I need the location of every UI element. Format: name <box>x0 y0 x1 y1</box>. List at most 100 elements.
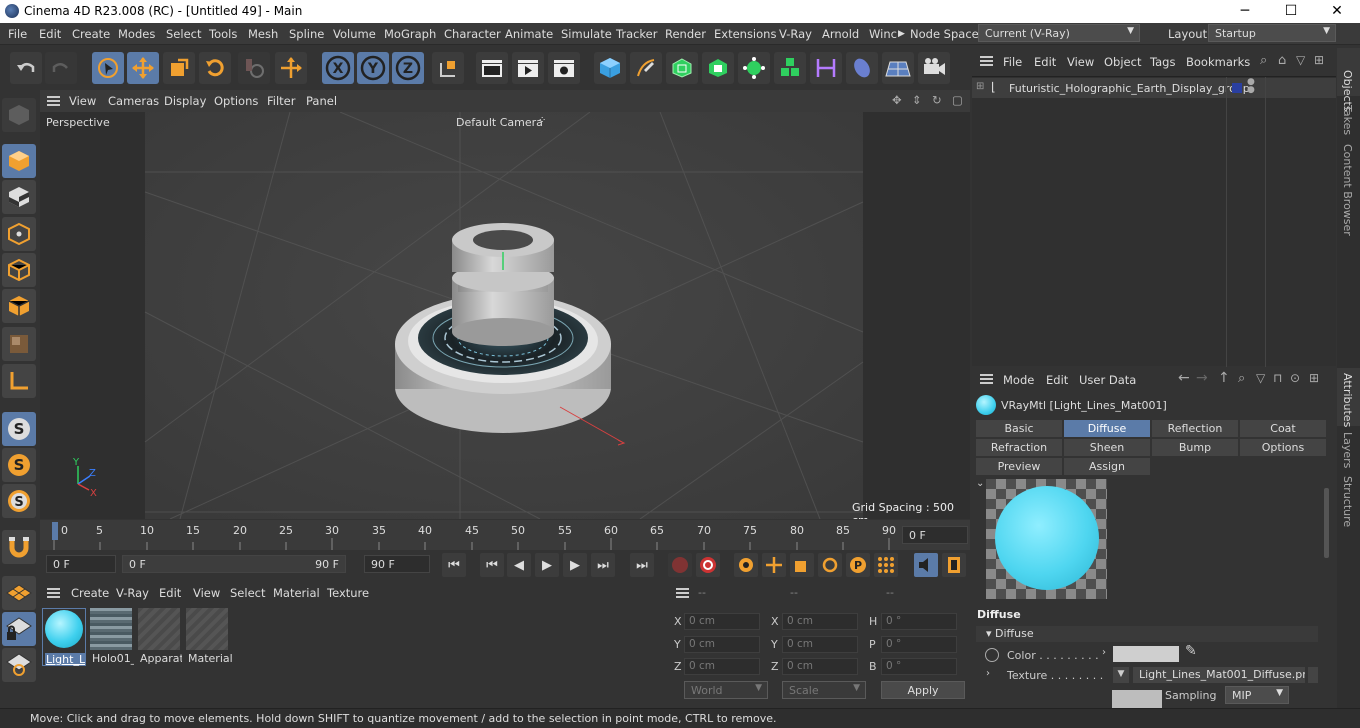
menu-mesh[interactable]: Mesh <box>248 27 278 41</box>
subdivision-surface-button[interactable] <box>666 52 698 84</box>
menu-simulate[interactable]: Simulate <box>561 27 612 41</box>
attr-menu-user-data[interactable]: User Data <box>1079 373 1136 387</box>
lock-icon[interactable]: ⊓ <box>1273 371 1282 385</box>
coordinate-tool-button[interactable] <box>275 52 307 84</box>
key-parameter-button[interactable]: P <box>846 553 870 577</box>
objects-menu-icon[interactable] <box>980 56 993 66</box>
3d-viewport[interactable]: Perspective Default Camera ⁘ Y Z X Grid … <box>40 112 970 519</box>
recent-tool-button[interactable] <box>238 52 270 84</box>
pen-spline-button[interactable] <box>630 52 662 84</box>
rotate-tool-button[interactable] <box>199 52 231 84</box>
visibility-dots-icon[interactable]: ● ● <box>1247 78 1255 95</box>
obj-menu-edit[interactable]: Edit <box>1034 55 1056 69</box>
texture-mode-button[interactable] <box>2 180 36 214</box>
tab-coat[interactable]: Coat <box>1239 419 1327 438</box>
menu-extensions[interactable]: Extensions <box>714 27 776 41</box>
solo-hierarchy-button[interactable]: S <box>2 484 36 518</box>
cloner-button[interactable] <box>738 52 770 84</box>
floor-button[interactable] <box>882 52 914 84</box>
obj-menu-tags[interactable]: Tags <box>1150 55 1175 69</box>
y-axis-lock-button[interactable]: Y <box>357 52 389 84</box>
filter-icon[interactable]: ▽ <box>1296 53 1305 67</box>
workplane-button[interactable] <box>2 364 36 398</box>
history-icon[interactable]: ⊙ <box>1290 371 1300 385</box>
vp-menu-display[interactable]: Display <box>164 94 206 108</box>
viewport-zoom-icon[interactable]: ⇕ <box>912 93 922 107</box>
tab-options[interactable]: Options <box>1239 438 1327 457</box>
up-arrow-icon[interactable]: ↑ <box>1218 370 1230 386</box>
points-mode-button[interactable] <box>2 217 36 251</box>
texture-expand-icon[interactable]: › <box>986 668 990 679</box>
end-frame-field[interactable]: 90 F <box>364 555 430 573</box>
texture-more-button[interactable] <box>1308 667 1318 683</box>
diffuse-group-header[interactable]: ▾ Diffuse <box>976 626 1318 642</box>
menu-volume[interactable]: Volume <box>333 27 376 41</box>
menu-tracker[interactable]: Tracker <box>616 27 658 41</box>
render-to-picture-viewer-button[interactable] <box>512 52 544 84</box>
coordinate-mode-dropdown[interactable]: World ▼ <box>684 681 768 699</box>
menu-mograph[interactable]: MoGraph <box>384 27 436 41</box>
maximize-button[interactable]: ☐ <box>1268 0 1314 23</box>
sampling-dropdown[interactable]: MIP ▼ <box>1225 686 1289 704</box>
lock-workplane-button[interactable] <box>2 612 36 646</box>
next-key-button[interactable]: ⏭ <box>591 553 615 577</box>
live-selection-button[interactable] <box>92 52 124 84</box>
minimize-button[interactable]: ─ <box>1222 0 1268 23</box>
mat-menu-vray[interactable]: V-Ray <box>116 586 149 600</box>
extrude-button[interactable] <box>702 52 734 84</box>
film-button[interactable] <box>942 553 966 577</box>
menu-render[interactable]: Render <box>665 27 706 41</box>
scale-tool-button[interactable] <box>163 52 195 84</box>
layer-color-icon[interactable] <box>1232 83 1242 93</box>
tab-refraction[interactable]: Refraction <box>975 438 1063 457</box>
edges-mode-button[interactable] <box>2 253 36 287</box>
obj-menu-view[interactable]: View <box>1067 55 1094 69</box>
workplane-rotate-button[interactable] <box>2 648 36 682</box>
material-swatch[interactable]: Materiali <box>186 608 232 666</box>
field-button[interactable] <box>846 52 878 84</box>
tab-diffuse[interactable]: Diffuse <box>1063 419 1151 438</box>
menu-window[interactable]: Winc <box>869 27 897 41</box>
make-editable-button[interactable] <box>2 98 36 132</box>
object-name[interactable]: Futuristic_Holographic_Earth_Display_gro… <box>1009 82 1250 95</box>
rotation-b-field[interactable]: 0 ° <box>881 658 957 675</box>
cube-object-button[interactable] <box>594 52 626 84</box>
menu-modes[interactable]: Modes <box>118 27 155 41</box>
side-tab-attributes[interactable]: Attributes <box>1341 373 1354 427</box>
viewport-rotate-icon[interactable]: ↻ <box>932 93 942 107</box>
uv-mode-button[interactable] <box>2 327 36 361</box>
texture-file-field[interactable]: Light_Lines_Mat001_Diffuse.png <box>1133 667 1305 683</box>
attr-menu-edit[interactable]: Edit <box>1046 373 1068 387</box>
menu-edit[interactable]: Edit <box>39 27 61 41</box>
start-frame-field[interactable]: 0 F <box>46 555 116 573</box>
viewport-move-icon[interactable]: ✥ <box>892 93 902 107</box>
layout-dropdown[interactable]: Startup ▼ <box>1208 24 1336 42</box>
size-mode-dropdown[interactable]: Scale ▼ <box>782 681 866 699</box>
z-axis-lock-button[interactable]: Z <box>392 52 424 84</box>
play-button[interactable]: ▶ <box>535 553 559 577</box>
camera-button[interactable] <box>918 52 950 84</box>
workplane-grid-button[interactable] <box>2 576 36 610</box>
menu-select[interactable]: Select <box>166 27 201 41</box>
next-frame-button[interactable]: ▶ <box>563 553 587 577</box>
menu-vray[interactable]: V-Ray <box>779 27 812 41</box>
coords-menu-icon[interactable] <box>676 588 689 598</box>
color-expand-icon[interactable]: › <box>1102 647 1106 658</box>
tab-reflection[interactable]: Reflection <box>1151 419 1239 438</box>
solo-single-button[interactable]: S <box>2 448 36 482</box>
menu-spline[interactable]: Spline <box>289 27 324 41</box>
vp-menu-filter[interactable]: Filter <box>267 94 295 108</box>
home-icon[interactable]: ⌂ <box>1278 53 1286 68</box>
eyedropper-icon[interactable]: ✎ <box>1185 643 1197 659</box>
size-x-field[interactable]: 0 cm <box>782 613 858 630</box>
search-icon[interactable]: ⌕ <box>1260 53 1267 68</box>
render-settings-button[interactable] <box>548 52 580 84</box>
forward-arrow-icon[interactable]: → <box>1196 370 1208 386</box>
rotation-h-field[interactable]: 0 ° <box>881 613 957 630</box>
solo-off-button[interactable]: S <box>2 412 36 446</box>
color-swatch[interactable] <box>1113 646 1179 662</box>
tab-bump[interactable]: Bump <box>1151 438 1239 457</box>
autokey-button[interactable] <box>696 553 720 577</box>
vp-menu-options[interactable]: Options <box>214 94 258 108</box>
key-scale-button[interactable] <box>790 553 814 577</box>
